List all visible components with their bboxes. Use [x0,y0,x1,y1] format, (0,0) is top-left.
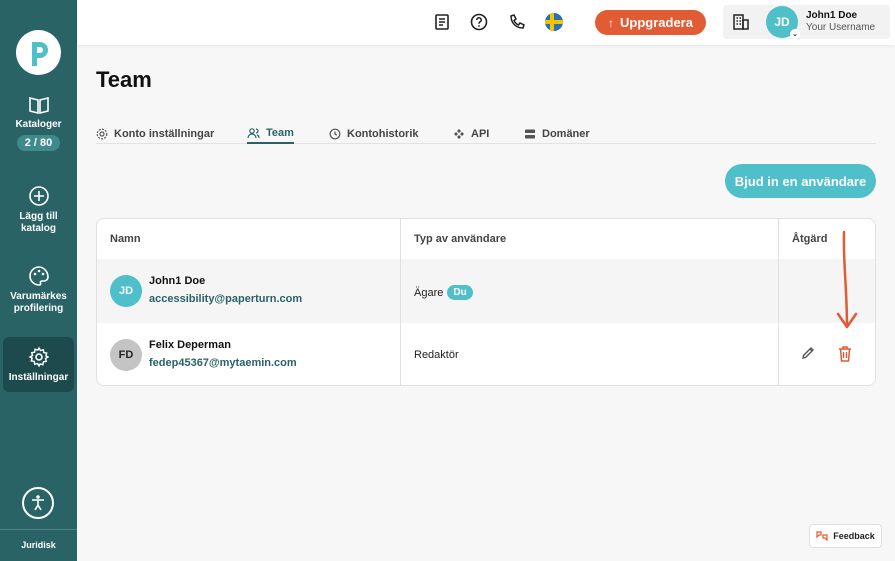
paperturn-logo[interactable] [16,30,61,75]
plus-circle-icon [28,186,49,206]
avatar: FD [110,339,142,371]
current-user-badge: Du [447,285,473,300]
swedish-flag-icon[interactable] [545,13,563,31]
tab-team[interactable]: Team [247,123,294,144]
team-icon [247,127,260,138]
table-row: FD Felix Deperman fedep45367@mytaemin.co… [97,323,875,385]
team-table: Namn Typ av användare Åtgärd JD John1 Do… [96,218,876,386]
avatar-initials: JD [774,15,790,29]
member-name: John1 Doe [149,275,206,287]
tab-label: API [471,127,490,140]
feedback-icon [816,531,828,542]
help-icon[interactable] [470,13,488,31]
tab-domains[interactable]: Domäner [524,123,590,144]
accessibility-icon[interactable] [22,487,54,519]
building-icon[interactable] [732,13,750,31]
annotation-arrow-icon [836,230,858,329]
page-title: Team [96,67,152,92]
tab-account-history[interactable]: Kontohistorik [329,123,419,144]
phone-icon[interactable] [508,13,526,31]
column-header-user-type: Typ av användare [414,233,507,245]
sidebar-item-add-catalog[interactable]: Lägg till katalog [3,185,74,235]
member-type-label: Ägare [414,286,444,299]
column-divider [778,219,779,385]
invite-user-button[interactable]: Bjud in en användare [725,164,876,198]
server-icon [525,129,535,138]
edit-icon[interactable] [800,345,816,361]
feedback-label: Feedback [833,531,875,541]
document-icon[interactable] [433,13,451,31]
trash-icon[interactable] [837,345,853,363]
upgrade-button[interactable]: ↑ Uppgradera [595,10,706,35]
history-icon [329,128,341,139]
tab-api[interactable]: API [453,123,489,144]
legal-link[interactable]: Juridisk [0,540,77,550]
api-icon [454,128,464,139]
member-email: fedep45367@mytaemin.com [149,357,297,369]
feedback-button[interactable]: Feedback [809,524,882,548]
catalog-count-badge: 2 / 80 [16,135,61,151]
palette-icon [28,266,49,286]
tab-label: Team [266,126,294,139]
table-row: JD John1 Doe accessibility@paperturn.com… [97,259,875,323]
tab-label: Kontohistorik [347,127,419,140]
sidebar-item-settings[interactable]: Inställningar [3,337,74,392]
chevron-down-icon: ⌄ [790,29,800,39]
member-type-label: Redaktör [414,349,459,361]
member-type: Ägare Du [414,285,473,300]
user-menu[interactable]: JD ⌄ John1 Doe Your Username [723,5,890,39]
sidebar-item-label: Inställningar [8,371,69,383]
member-type: Redaktör [414,349,459,361]
sidebar-item-branding[interactable]: Varumärkes profilering [3,265,74,315]
sidebar-item-label: Varumärkes profilering [10,291,67,314]
avatar[interactable]: JD ⌄ [766,6,800,39]
arrow-up-icon: ↑ [608,15,615,30]
settings-tabs: Konto inställningar Team Kontohistorik A… [96,118,876,144]
sidebar-item-label: Lägg till katalog [19,211,58,234]
upgrade-label: Uppgradera [620,15,693,30]
column-header-action: Åtgärd [792,233,828,245]
column-divider [400,219,401,385]
sidebar: Kataloger 2 / 80 Lägg till katalog Varum… [0,0,77,561]
tab-label: Domäner [542,127,590,140]
top-bar: ↑ Uppgradera JD ⌄ John1 Doe Your Usernam… [77,0,895,45]
tab-account-settings[interactable]: Konto inställningar [96,123,214,144]
member-name: Felix Deperman [149,339,231,351]
catalog-icon [28,96,49,115]
gear-icon [96,128,108,139]
sidebar-item-kataloger[interactable]: Kataloger 2 / 80 [3,95,74,151]
user-username: Your Username [806,22,876,33]
column-header-name: Namn [110,233,141,245]
user-name: John1 Doe [806,10,858,21]
gear-icon [28,346,49,367]
avatar: JD [110,275,142,307]
sidebar-item-label: Kataloger [15,119,62,130]
member-email: accessibility@paperturn.com [149,293,303,305]
sidebar-divider [0,529,77,530]
tab-label: Konto inställningar [114,127,215,140]
